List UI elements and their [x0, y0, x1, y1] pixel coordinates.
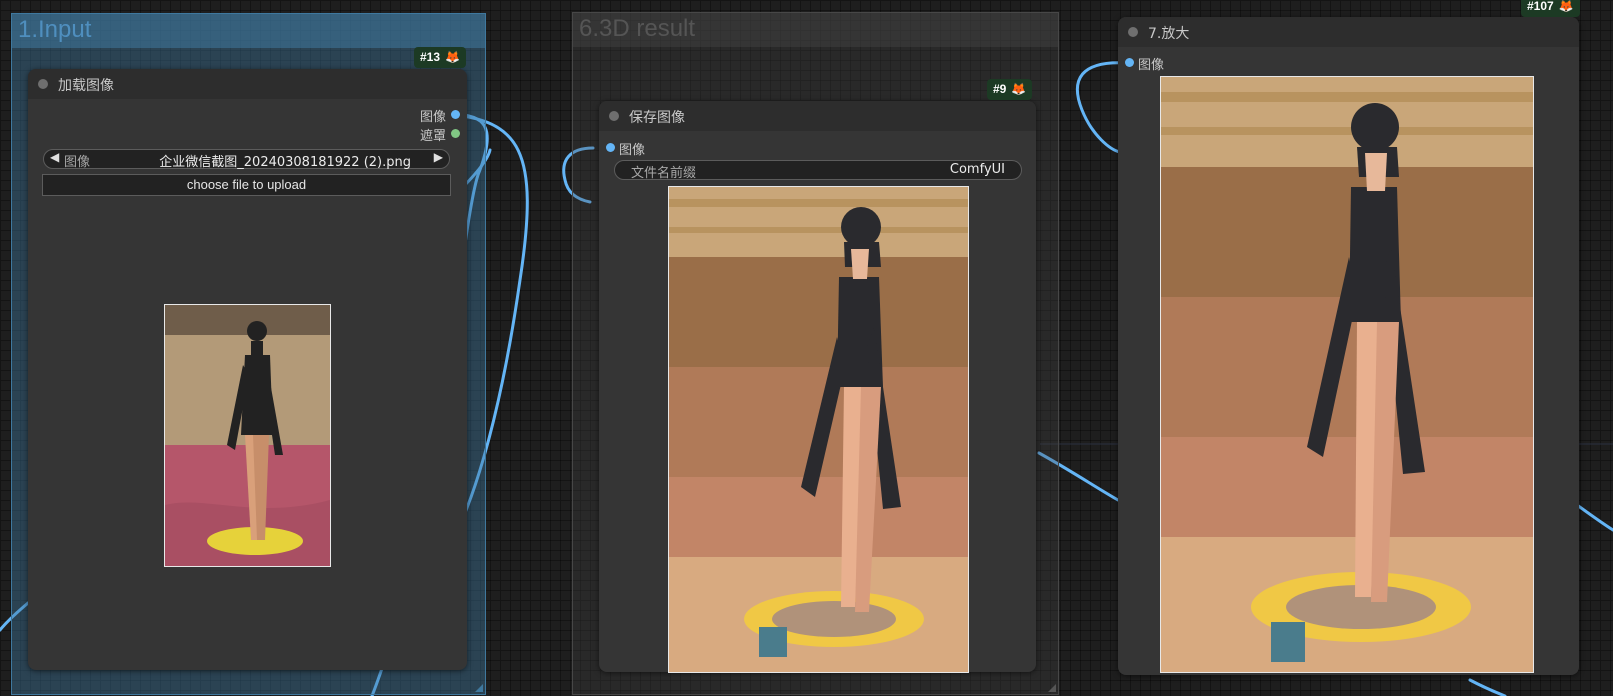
- upload-button[interactable]: choose file to upload: [42, 174, 451, 196]
- widget-value: ComfyUI: [949, 162, 1005, 177]
- node-upscale[interactable]: 7.放大 图像: [1118, 17, 1579, 675]
- node-collapse-dot[interactable]: [38, 79, 48, 89]
- link-wire: [1575, 503, 1613, 532]
- output-slot-image[interactable]: [451, 110, 460, 119]
- group-title[interactable]: 1.Input: [18, 16, 91, 44]
- input-label-image: 图像: [619, 143, 646, 158]
- image-preview: [668, 186, 969, 673]
- image-preview: [1160, 76, 1534, 673]
- badge-text: #13: [420, 50, 441, 64]
- node-collapse-dot[interactable]: [609, 111, 619, 121]
- input-slot-image[interactable]: [1125, 58, 1134, 67]
- badge-text: #107: [1527, 0, 1554, 13]
- node-collapse-dot[interactable]: [1128, 27, 1138, 37]
- node-header[interactable]: 保存图像: [599, 101, 1036, 131]
- node-load-image[interactable]: 加载图像 图像 遮罩 ◀ 图像 企业微信截图_20240308181922 (2…: [28, 69, 467, 670]
- group-title[interactable]: 6.3D result: [579, 15, 695, 43]
- widget-name: 文件名前缀: [631, 166, 697, 181]
- node-title: 加载图像: [58, 78, 114, 94]
- node-save-image[interactable]: 保存图像 图像 文件名前缀 ComfyUI: [599, 101, 1036, 673]
- fox-icon: 🦊: [1011, 82, 1027, 96]
- output-slot-mask[interactable]: [451, 129, 460, 138]
- link-wire: [1468, 678, 1507, 696]
- group-resize-handle[interactable]: [475, 684, 483, 692]
- node-header[interactable]: 加载图像: [28, 69, 467, 99]
- output-label-image: 图像: [419, 110, 446, 125]
- output-label-mask: 遮罩: [419, 129, 446, 144]
- node-title: 保存图像: [629, 110, 685, 126]
- node-id-badge: #9 🦊: [987, 79, 1033, 100]
- node-id-badge: #13 🦊: [414, 47, 466, 68]
- node-title: 7.放大: [1148, 26, 1190, 42]
- node-id-badge: #107 🦊: [1521, 0, 1580, 17]
- image-combo-widget[interactable]: ◀ 图像 企业微信截图_20240308181922 (2).png ▶: [43, 149, 450, 170]
- triangle-right-icon[interactable]: ▶: [434, 150, 443, 164]
- widget-value: 企业微信截图_20240308181922 (2).png: [159, 155, 411, 170]
- triangle-left-icon[interactable]: ◀: [50, 150, 59, 164]
- badge-text: #9: [993, 82, 1007, 96]
- widget-name: 图像: [64, 155, 91, 170]
- fox-icon: 🦊: [1558, 0, 1574, 13]
- fox-icon: 🦊: [445, 50, 460, 64]
- input-slot-image[interactable]: [606, 143, 615, 152]
- filename-prefix-widget[interactable]: 文件名前缀 ComfyUI: [614, 160, 1022, 181]
- node-header[interactable]: 7.放大: [1118, 17, 1579, 47]
- input-label-image: 图像: [1138, 58, 1165, 73]
- image-preview: [164, 304, 331, 567]
- group-resize-handle[interactable]: [1048, 684, 1056, 692]
